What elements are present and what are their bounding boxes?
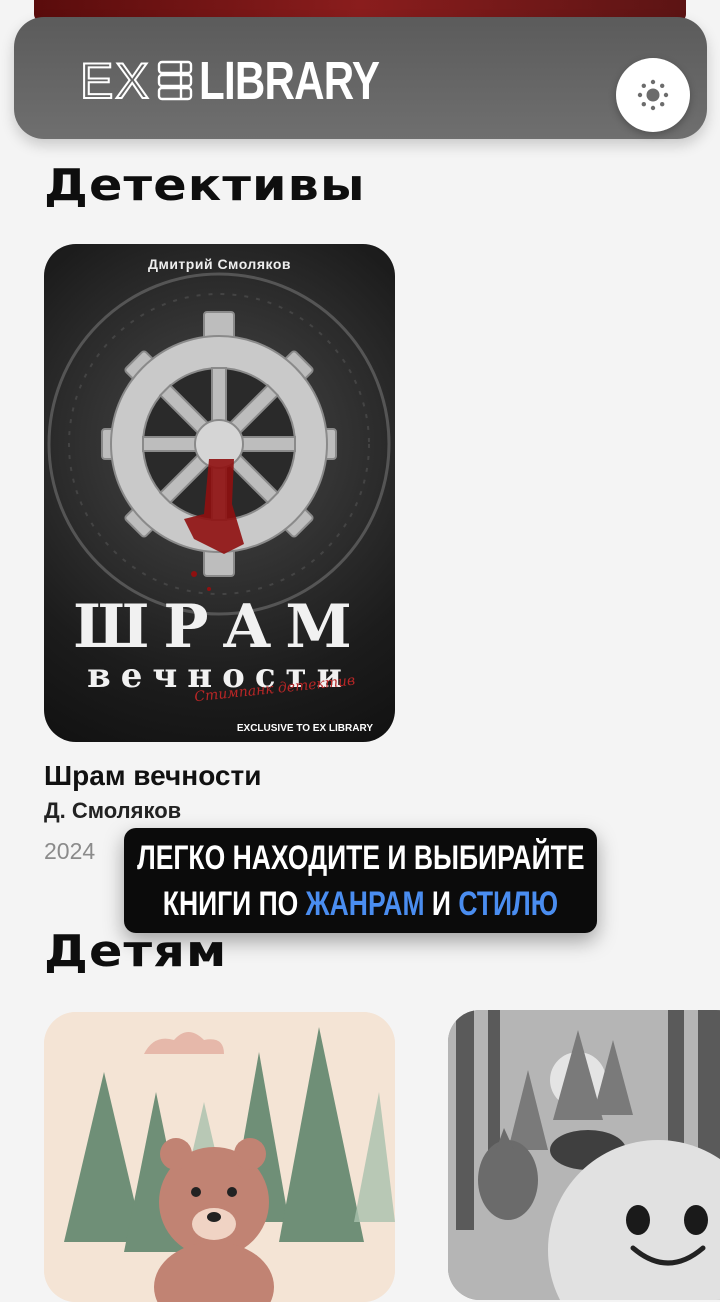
book-cover-shram-vechnosti[interactable]: Дмитрий Смоляков ШРАМ вечности Стимпанк … [44,244,395,742]
book-year: 2024 [44,838,96,864]
tooltip-accent-style: СТИЛЮ [458,884,559,923]
tooltip-line2: КНИГИ ПО ЖАНРАМ И СТИЛЮ [163,881,558,927]
app-header: EX LIBRARY [14,17,707,139]
book-cover-kolobok[interactable] [448,1010,720,1300]
tooltip-accent-genres: ЖАНРАМ [305,884,425,923]
section-title-kids: Детям [44,926,228,977]
kolobok-forest-illustration [448,1010,720,1300]
book-stack-icon [157,60,192,101]
book-author: Д. Смоляков [44,798,182,823]
section-title-detectives: Детективы [44,160,366,211]
tooltip-text-part2: И [424,884,459,923]
tooltip-line1: ЛЕГКО НАХОДИТЕ И ВЫБИРАЙТЕ [136,838,585,877]
theme-toggle-button[interactable] [616,58,690,132]
book-cover-bear[interactable] [44,1012,395,1302]
sun-icon [637,79,669,111]
logo-ex-text: EX [79,53,151,109]
cover-author-text: Дмитрий Смоляков [148,256,291,272]
book-title[interactable]: Шрам вечности [44,760,261,792]
logo-library-text: LIBRARY [198,51,380,111]
genre-tooltip: ЛЕГКО НАХОДИТЕ И ВЫБИРАЙТЕ КНИГИ ПО ЖАНР… [124,828,597,933]
cover-exclusive-badge: EXCLUSIVE TO EX LIBRARY [236,723,373,734]
tooltip-text-part1: КНИГИ ПО [162,884,306,923]
app-logo[interactable]: EX LIBRARY [79,51,430,111]
cover-title-line1: ШРАМ [73,592,366,662]
bear-forest-illustration [44,1012,395,1302]
